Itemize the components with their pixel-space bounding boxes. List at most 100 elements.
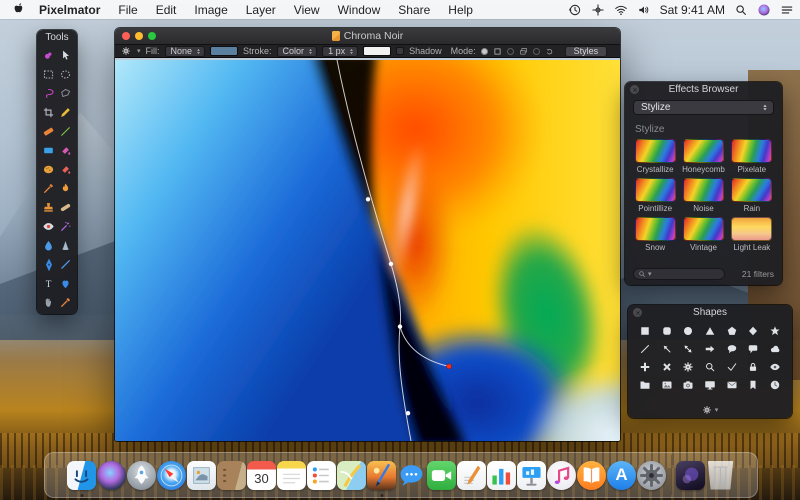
effect-thumbnail[interactable] xyxy=(731,139,773,163)
path-anchor[interactable] xyxy=(397,324,403,329)
shape-triangle-icon[interactable] xyxy=(699,322,721,340)
heal-tool[interactable] xyxy=(57,198,74,217)
paint-dab-tool[interactable] xyxy=(40,46,57,65)
dock-finder[interactable] xyxy=(67,453,97,497)
dock-keynote[interactable] xyxy=(517,453,547,497)
stepper-icon[interactable] xyxy=(348,47,355,56)
shape-rounded-square-icon[interactable] xyxy=(656,322,678,340)
dock-appstore[interactable]: A xyxy=(607,453,637,497)
shape-envelope-icon[interactable] xyxy=(721,376,743,394)
close-icon[interactable] xyxy=(633,308,642,317)
eraser-tool[interactable] xyxy=(40,122,57,141)
shape-image-icon[interactable] xyxy=(656,376,678,394)
volume-icon[interactable] xyxy=(637,3,651,17)
dock-ibooks[interactable] xyxy=(577,453,607,497)
dock-downloads[interactable] xyxy=(676,453,706,497)
shape-pentagon-icon[interactable] xyxy=(721,322,743,340)
lasso-tool[interactable] xyxy=(40,84,57,103)
shape-clock-icon[interactable] xyxy=(764,376,786,394)
window-titlebar[interactable]: Chroma Noir xyxy=(115,28,620,44)
effect-honeycomb[interactable]: Honeycomb xyxy=(679,139,727,174)
effect-category-dropdown[interactable]: Stylize xyxy=(633,100,774,115)
menu-help[interactable]: Help xyxy=(439,0,482,19)
dock-pages[interactable] xyxy=(457,453,487,497)
shape-bookmark-icon[interactable] xyxy=(743,376,765,394)
shape-circle-icon[interactable] xyxy=(677,322,699,340)
brush-tool[interactable] xyxy=(57,160,74,179)
shape-magnifier-icon[interactable] xyxy=(699,358,721,376)
blur-tool[interactable] xyxy=(40,236,57,255)
effect-thumbnail[interactable] xyxy=(731,178,773,202)
dock-itunes[interactable] xyxy=(547,453,577,497)
menu-image[interactable]: Image xyxy=(185,0,236,19)
shape-tool[interactable] xyxy=(57,274,74,293)
menu-view[interactable]: View xyxy=(285,0,329,19)
minimize-button[interactable] xyxy=(135,32,143,40)
menu-clock[interactable]: Sat 9:41 AM xyxy=(660,3,725,17)
menu-layer[interactable]: Layer xyxy=(237,0,285,19)
dock-calendar[interactable]: 30 xyxy=(247,453,277,497)
shape-cross-icon[interactable] xyxy=(656,358,678,376)
burn-tool[interactable] xyxy=(57,179,74,198)
dock-trash[interactable] xyxy=(706,453,736,497)
close-icon[interactable] xyxy=(630,85,639,94)
effect-light-leak[interactable]: Light Leak xyxy=(728,217,776,252)
effect-pixelate[interactable]: Pixelate xyxy=(728,139,776,174)
dock-facetime[interactable] xyxy=(427,453,457,497)
crosshair-icon[interactable] xyxy=(591,3,605,17)
shape-checkmark-icon[interactable] xyxy=(721,358,743,376)
shape-square-icon[interactable] xyxy=(634,322,656,340)
path-anchor[interactable] xyxy=(388,261,394,267)
menu-window[interactable]: Window xyxy=(329,0,390,19)
dock-notes[interactable] xyxy=(277,453,307,497)
shapes-settings-button[interactable]: ▾ xyxy=(628,405,792,415)
path-anchor-selected[interactable] xyxy=(446,363,452,370)
shape-line-icon[interactable] xyxy=(634,340,656,358)
magic-wand-tool[interactable] xyxy=(57,217,74,236)
effect-noise[interactable]: Noise xyxy=(679,178,727,213)
effect-rain[interactable]: Rain xyxy=(728,178,776,213)
effect-crystallize[interactable]: Crystallize xyxy=(631,139,679,174)
freeform-pen-tool[interactable] xyxy=(57,255,74,274)
shape-eye-icon[interactable] xyxy=(764,358,786,376)
dock-maps[interactable] xyxy=(337,453,367,497)
pen-tool[interactable] xyxy=(40,255,57,274)
effect-thumbnail[interactable] xyxy=(682,178,724,202)
wifi-icon[interactable] xyxy=(614,3,628,17)
effect-thumbnail[interactable] xyxy=(682,139,724,163)
dock-pixelmator[interactable] xyxy=(367,453,397,497)
shape-arrow-diagonal-icon[interactable] xyxy=(677,340,699,358)
menu-pixelmator[interactable]: Pixelmator xyxy=(30,0,109,19)
fill-tool[interactable] xyxy=(40,141,57,160)
red-eye-tool[interactable] xyxy=(40,217,57,236)
notification-center-icon[interactable] xyxy=(780,3,794,17)
clone-stamp-tool[interactable] xyxy=(40,198,57,217)
shape-speech-rect-icon[interactable] xyxy=(743,340,765,358)
move-tool[interactable] xyxy=(57,46,74,65)
menu-share[interactable]: Share xyxy=(389,0,439,19)
stepper-icon[interactable] xyxy=(195,47,202,56)
dock-contacts[interactable] xyxy=(217,453,247,497)
shape-arrow-right-icon[interactable] xyxy=(699,340,721,358)
canvas[interactable] xyxy=(115,60,620,441)
apple-menu-icon[interactable] xyxy=(12,3,25,16)
stroke-width-stepper[interactable]: 1 px xyxy=(322,45,359,57)
sharpen-tool[interactable] xyxy=(57,236,74,255)
shape-plus-icon[interactable] xyxy=(634,358,656,376)
shape-display-icon[interactable] xyxy=(699,376,721,394)
shape-lock-icon[interactable] xyxy=(743,358,765,376)
effect-thumbnail[interactable] xyxy=(634,178,676,202)
menu-file[interactable]: File xyxy=(109,0,146,19)
dock-system-preferences[interactable] xyxy=(637,453,667,497)
effects-search-field[interactable]: ▾ xyxy=(633,267,725,280)
stepper-icon[interactable] xyxy=(307,47,314,56)
spotlight-icon[interactable] xyxy=(734,3,748,17)
sponge-tool[interactable] xyxy=(40,160,57,179)
dock-safari[interactable] xyxy=(157,453,187,497)
effect-thumbnail[interactable] xyxy=(682,217,724,241)
pencil-tool[interactable] xyxy=(57,103,74,122)
eyedropper-tool[interactable] xyxy=(57,293,74,312)
stroke-dropdown[interactable]: Color xyxy=(276,45,318,57)
effect-pointillize[interactable]: Pointillize xyxy=(631,178,679,213)
time-machine-icon[interactable] xyxy=(568,3,582,17)
